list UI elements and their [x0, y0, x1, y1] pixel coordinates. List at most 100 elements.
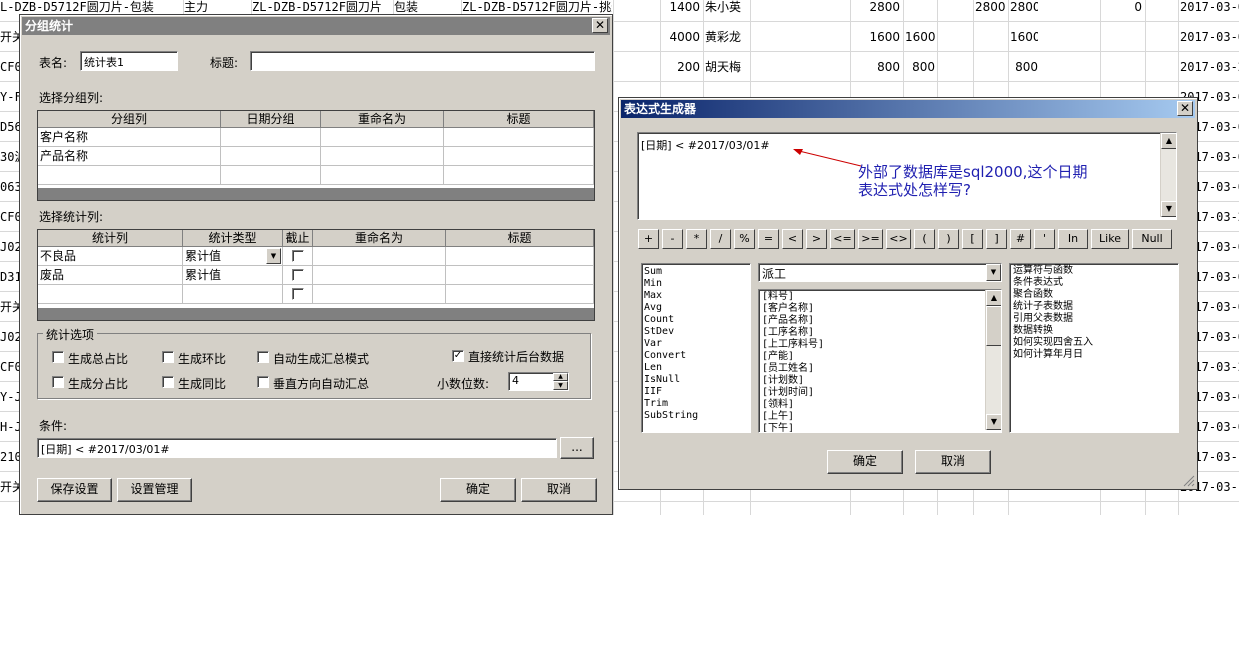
help-topic-item[interactable]: 数据转换: [1013, 325, 1175, 337]
save-settings-button[interactable]: 保存设置: [37, 478, 112, 502]
stat-row-cutoff[interactable]: [283, 285, 313, 304]
help-topic-item[interactable]: 统计子表数据: [1013, 301, 1175, 313]
cutoff-checkbox[interactable]: [292, 288, 304, 300]
group-row-cell[interactable]: [444, 166, 594, 185]
stat-cols-grid[interactable]: 统计列 统计类型 截止 重命名为 标题 不良品 累计值 ▼ 废品 累计值: [37, 229, 595, 321]
operator-button[interactable]: <>: [886, 229, 911, 249]
help-topic-item[interactable]: 如何计算年月日: [1013, 349, 1175, 361]
operator-button[interactable]: Like: [1091, 229, 1129, 249]
cancel-button[interactable]: 取消: [915, 450, 991, 474]
stat-row-rename[interactable]: [313, 247, 446, 266]
spin-down-icon[interactable]: ▼: [553, 381, 568, 390]
operator-button[interactable]: /: [710, 229, 731, 249]
group-row-cell[interactable]: 客户名称: [38, 128, 221, 147]
group-row-cell[interactable]: [321, 147, 444, 166]
operator-button[interactable]: #: [1010, 229, 1031, 249]
group-cols-grid[interactable]: 分组列 日期分组 重命名为 标题 客户名称 产品名称: [37, 110, 595, 201]
stat-row-rename[interactable]: [313, 266, 446, 285]
stat-row-type[interactable]: [183, 285, 283, 304]
ok-button[interactable]: 确定: [440, 478, 516, 502]
stat-row-col[interactable]: 废品: [38, 266, 183, 285]
chevron-down-icon[interactable]: ▼: [266, 248, 281, 264]
help-topic-item[interactable]: 如何实现四舍五入: [1013, 337, 1175, 349]
field-item[interactable]: [产能]: [762, 351, 998, 363]
operator-button[interactable]: >=: [858, 229, 883, 249]
group-row-cell[interactable]: [221, 166, 321, 185]
operator-button[interactable]: %: [734, 229, 755, 249]
expression-scrollbar[interactable]: ▲ ▼: [1160, 133, 1176, 217]
function-item[interactable]: Avg: [644, 302, 748, 314]
close-icon[interactable]: ✕: [592, 18, 608, 33]
resize-grip-icon[interactable]: [1183, 475, 1195, 487]
stat-row-col[interactable]: 不良品: [38, 247, 183, 266]
decimals-spinner[interactable]: 4 ▲ ▼: [508, 372, 569, 391]
function-item[interactable]: SubString: [644, 410, 748, 422]
total-ratio-checkbox[interactable]: [52, 351, 64, 363]
stat-row-cutoff[interactable]: [283, 266, 313, 285]
stat-header-rename[interactable]: 重命名为: [313, 230, 446, 247]
function-item[interactable]: Var: [644, 338, 748, 350]
field-item[interactable]: [计划数]: [762, 375, 998, 387]
operator-button[interactable]: (: [914, 229, 935, 249]
group-row-cell[interactable]: [221, 128, 321, 147]
group-row-cell[interactable]: [221, 147, 321, 166]
operator-button[interactable]: <=: [830, 229, 855, 249]
operator-button[interactable]: ': [1034, 229, 1055, 249]
group-header-col[interactable]: 分组列: [38, 111, 221, 128]
group-header-rename[interactable]: 重命名为: [321, 111, 444, 128]
group-row-cell[interactable]: [321, 128, 444, 147]
expression-builder-button[interactable]: ...: [560, 437, 594, 459]
chevron-down-icon[interactable]: ▼: [986, 264, 1001, 281]
help-topic-item[interactable]: 运算符与函数: [1013, 265, 1175, 277]
field-item[interactable]: [客户名称]: [762, 303, 998, 315]
operator-button[interactable]: -: [662, 229, 683, 249]
field-item[interactable]: [工序名称]: [762, 327, 998, 339]
field-item[interactable]: [下午]: [762, 423, 998, 432]
table-select[interactable]: 派工 ▼: [758, 263, 1002, 282]
group-row-cell[interactable]: [444, 147, 594, 166]
cutoff-checkbox[interactable]: [292, 250, 304, 262]
help-topics-list[interactable]: 运算符与函数 条件表达式 聚合函数 统计子表数据 引用父表数据 数据转换 如何实…: [1009, 263, 1179, 433]
help-topic-item[interactable]: 聚合函数: [1013, 289, 1175, 301]
stat-header-title[interactable]: 标题: [446, 230, 594, 247]
group-header-date[interactable]: 日期分组: [221, 111, 321, 128]
function-item[interactable]: Sum: [644, 266, 748, 278]
scroll-down-icon[interactable]: ▼: [986, 414, 1001, 430]
fields-scrollbar[interactable]: ▲ ▼: [985, 290, 1001, 430]
stat-row-type[interactable]: 累计值 ▼: [183, 247, 283, 266]
title-input[interactable]: [250, 51, 595, 71]
operator-button[interactable]: =: [758, 229, 779, 249]
group-row-cell[interactable]: [38, 166, 221, 185]
fields-list[interactable]: [料号] [客户名称] [产品名称] [工序名称] [上工序料号] [产能] […: [758, 289, 1002, 433]
function-item[interactable]: Max: [644, 290, 748, 302]
yoy-checkbox[interactable]: [162, 376, 174, 388]
help-topic-item[interactable]: 条件表达式: [1013, 277, 1175, 289]
operator-button[interactable]: +: [638, 229, 659, 249]
field-item[interactable]: [产品名称]: [762, 315, 998, 327]
stat-row-cutoff[interactable]: [283, 247, 313, 266]
function-item[interactable]: Convert: [644, 350, 748, 362]
stat-header-cutoff[interactable]: 截止: [283, 230, 313, 247]
function-item[interactable]: IIF: [644, 386, 748, 398]
function-item[interactable]: IsNull: [644, 374, 748, 386]
group-row-cell[interactable]: [321, 166, 444, 185]
function-item[interactable]: StDev: [644, 326, 748, 338]
ok-button[interactable]: 确定: [827, 450, 903, 474]
auto-summary-checkbox[interactable]: [257, 351, 269, 363]
stat-row-rename[interactable]: [313, 285, 446, 304]
stat-header-type[interactable]: 统计类型: [183, 230, 283, 247]
stat-row-col[interactable]: [38, 285, 183, 304]
field-item[interactable]: [领料]: [762, 399, 998, 411]
function-item[interactable]: Trim: [644, 398, 748, 410]
close-icon[interactable]: ✕: [1177, 101, 1193, 116]
operator-button[interactable]: *: [686, 229, 707, 249]
table-name-input[interactable]: 统计表1: [80, 51, 178, 71]
vertical-summary-checkbox[interactable]: [257, 376, 269, 388]
group-row-cell[interactable]: [444, 128, 594, 147]
cutoff-checkbox[interactable]: [292, 269, 304, 281]
stat-row-type[interactable]: 累计值: [183, 266, 283, 285]
function-item[interactable]: Len: [644, 362, 748, 374]
expression-textarea[interactable]: [日期] < #2017/03/01# 外部了数据库是sql2000,这个日期 …: [637, 132, 1177, 220]
field-item[interactable]: [上午]: [762, 411, 998, 423]
operator-button[interactable]: >: [806, 229, 827, 249]
